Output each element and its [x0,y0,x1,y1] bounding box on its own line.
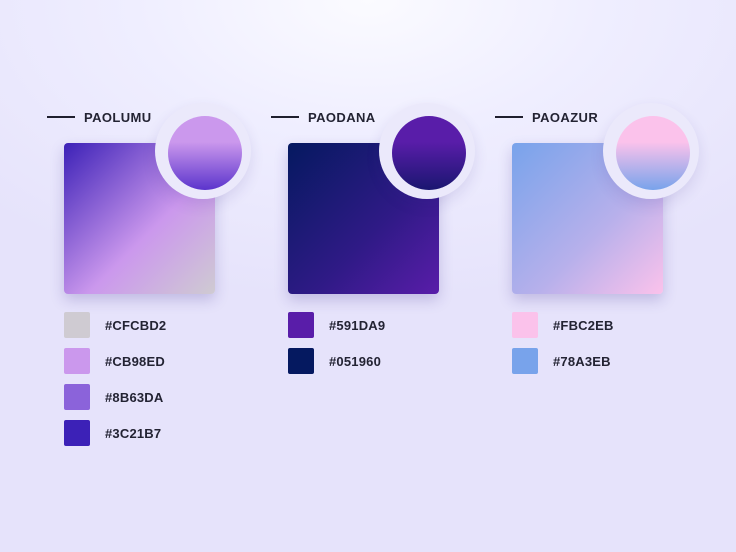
swatch-row: #FBC2EB [512,312,614,338]
swatch-row: #591DA9 [288,312,385,338]
palette-paodana: PAODANA #591DA9 #051960 [271,0,475,552]
color-swatch[interactable] [288,348,314,374]
color-swatch[interactable] [64,420,90,446]
color-swatch[interactable] [64,384,90,410]
hex-label: #CB98ED [105,353,165,369]
hex-label: #78A3EB [553,353,611,369]
palette-paoazur: PAOAZUR #FBC2EB #78A3EB [495,0,699,552]
gradient-circle [168,116,242,190]
color-swatch[interactable] [512,348,538,374]
gradient-circle [616,116,690,190]
palette-title: PAOLUMU [84,109,152,125]
color-swatch[interactable] [288,312,314,338]
hex-label: #591DA9 [329,317,386,333]
gradient-circle [392,116,466,190]
hex-label: #FBC2EB [553,317,614,333]
hex-label: #8B63DA [105,389,164,405]
hex-label: #CFCBD2 [105,317,167,333]
swatch-row: #CFCBD2 [64,312,166,338]
swatch-row: #3C21B7 [64,420,166,446]
palette-title: PAODANA [308,109,376,125]
swatch-row: #78A3EB [512,348,614,374]
swatch-row: #051960 [288,348,385,374]
palette-header: PAODANA [271,108,376,126]
header-line [271,116,299,118]
swatch-list: #FBC2EB #78A3EB [512,312,614,384]
swatch-list: #CFCBD2 #CB98ED #8B63DA #3C21B7 [64,312,166,456]
hex-label: #3C21B7 [105,425,162,441]
color-swatch[interactable] [64,348,90,374]
palette-title: PAOAZUR [532,109,599,125]
hex-label: #051960 [329,353,382,369]
palette-header: PAOLUMU [47,108,152,126]
swatch-row: #CB98ED [64,348,166,374]
swatch-row: #8B63DA [64,384,166,410]
palette-paolumu: PAOLUMU #CFCBD2 #CB98ED #8B63DA #3C21B7 [47,0,251,552]
palette-header: PAOAZUR [495,108,598,126]
header-line [495,116,523,118]
color-swatch[interactable] [512,312,538,338]
header-line [47,116,75,118]
swatch-list: #591DA9 #051960 [288,312,385,384]
color-swatch[interactable] [64,312,90,338]
